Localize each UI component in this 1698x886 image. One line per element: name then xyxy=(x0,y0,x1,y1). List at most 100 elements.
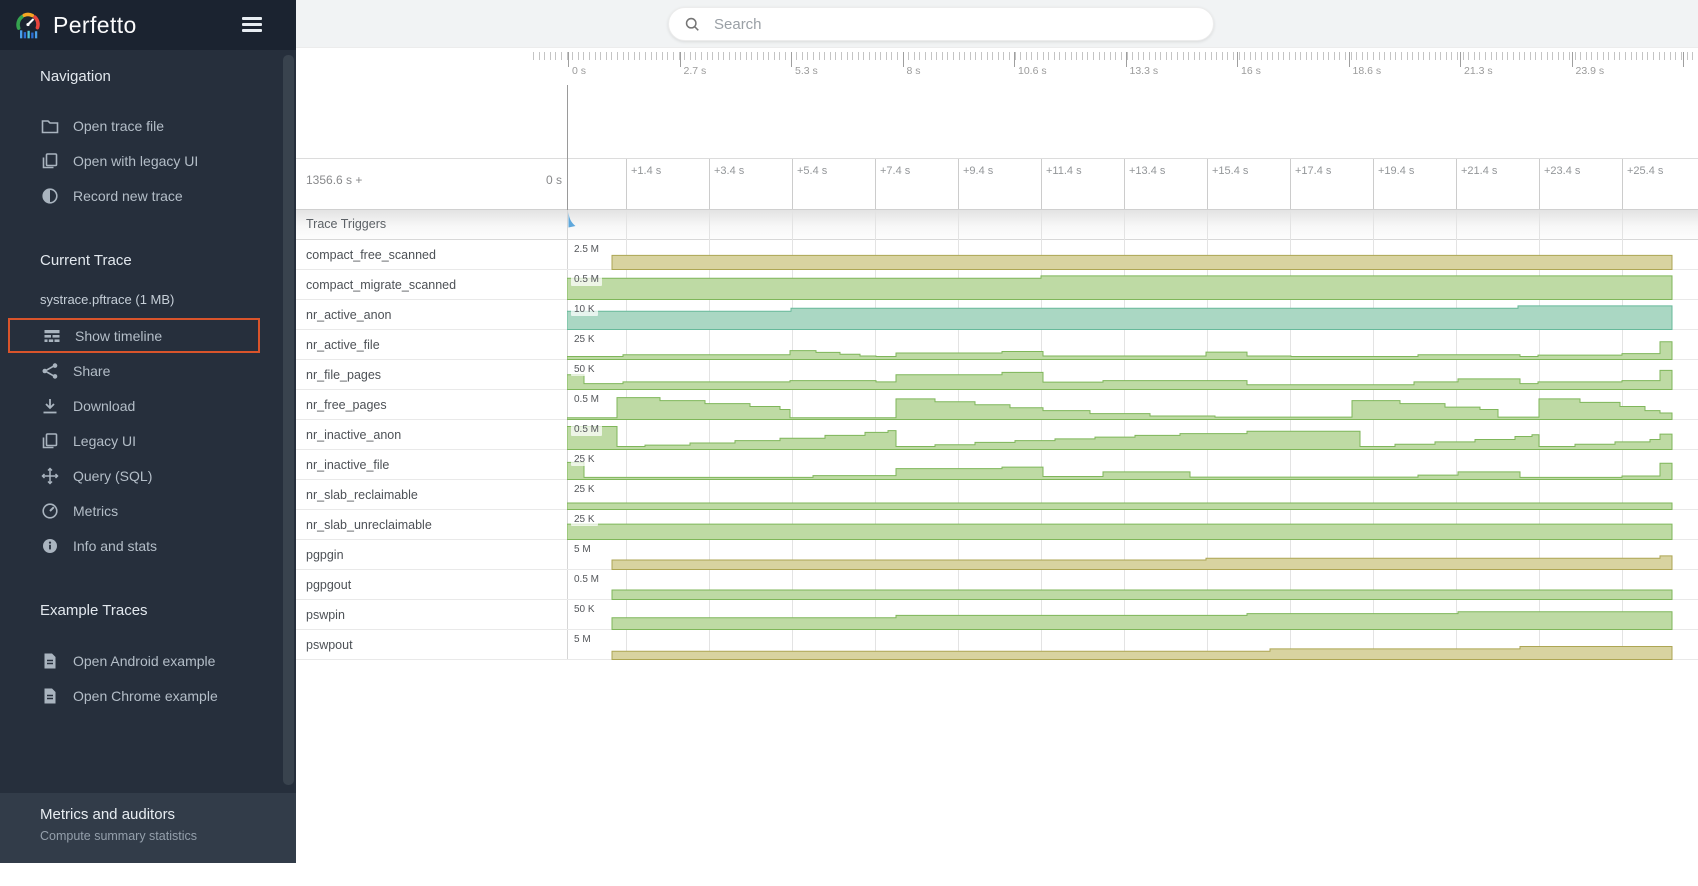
overview-minor-tick xyxy=(1491,52,1492,60)
overview-minor-tick xyxy=(1104,52,1105,60)
sidebar-item-legacy-ui[interactable]: Legacy UI xyxy=(8,423,260,458)
overview-minor-tick xyxy=(1625,52,1626,60)
track-chart-nr-inactive-file[interactable] xyxy=(567,450,1698,480)
sidebar-item-label: Download xyxy=(73,398,135,414)
sidebar-item-open-with-legacy-ui[interactable]: Open with legacy UI xyxy=(8,143,260,178)
sidebar-item-share[interactable]: Share xyxy=(8,353,260,388)
viewport-gridline xyxy=(1622,159,1623,209)
overview-minor-tick xyxy=(1485,52,1486,60)
overview-minor-tick xyxy=(1155,52,1156,60)
overview-minor-tick xyxy=(1552,52,1553,60)
track-label-nr-free-pages[interactable]: nr_free_pages xyxy=(306,398,387,412)
overview-minor-tick xyxy=(1687,52,1688,60)
track-chart-pgpgin[interactable] xyxy=(567,540,1698,570)
counter-scale-value: 0.5 M xyxy=(571,573,602,586)
track-label-pswpin[interactable]: pswpin xyxy=(306,608,345,622)
overview-minor-tick xyxy=(998,52,999,60)
track-label-nr-slab-reclaimable[interactable]: nr_slab_reclaimable xyxy=(306,488,418,502)
track-label-compact-free-scanned[interactable]: compact_free_scanned xyxy=(306,248,436,262)
sidebar-header: Perfetto xyxy=(0,0,296,50)
overview-minor-tick xyxy=(1479,52,1480,60)
viewport-ruler[interactable]: 1356.6 s + 0 s +1.4 s+3.4 s+5.4 s+7.4 s+… xyxy=(296,158,1698,210)
overview-minor-tick xyxy=(1183,52,1184,60)
overview-minor-tick xyxy=(992,52,993,60)
sidebar-item-show-timeline[interactable]: Show timeline xyxy=(8,318,260,353)
menu-icon[interactable] xyxy=(242,17,262,32)
sidebar-footer[interactable]: Metrics and auditors Compute summary sta… xyxy=(0,793,296,863)
overview-minor-tick xyxy=(1463,52,1464,60)
track-chart-pgpgout[interactable] xyxy=(567,570,1698,600)
overview-minor-tick xyxy=(1435,52,1436,60)
search-input[interactable] xyxy=(712,15,1196,34)
doc-icon xyxy=(40,651,60,671)
track-chart-nr-file-pages[interactable] xyxy=(567,360,1698,390)
overview-minor-tick xyxy=(1317,52,1318,60)
overview-minor-tick xyxy=(1619,52,1620,60)
sidebar-item-open-trace-file[interactable]: Open trace file xyxy=(8,108,260,143)
track-label-pgpgout[interactable]: pgpgout xyxy=(306,578,351,592)
overview-minor-tick xyxy=(1323,52,1324,60)
overview-minor-tick xyxy=(1177,52,1178,60)
doc-icon xyxy=(40,686,60,706)
overview-minor-tick xyxy=(1569,52,1570,60)
sidebar-item-open-chrome-example[interactable]: Open Chrome example xyxy=(8,678,260,713)
overview-minor-tick xyxy=(1412,52,1413,60)
counter-scale-value: 0.5 M xyxy=(571,423,602,436)
track-label-nr-inactive-file[interactable]: nr_inactive_file xyxy=(306,458,389,472)
overview-minor-tick xyxy=(1143,52,1144,60)
overview-minor-tick xyxy=(740,52,741,60)
overview-minor-tick xyxy=(1328,52,1329,60)
sidebar-scrollbar[interactable] xyxy=(283,55,294,785)
overview-minor-tick xyxy=(735,52,736,60)
overview-minor-tick xyxy=(1636,52,1637,60)
track-chart-compact-free-scanned[interactable] xyxy=(567,240,1698,270)
overview-minor-tick xyxy=(701,52,702,60)
overview-minor-tick xyxy=(645,52,646,60)
track-chart-nr-inactive-anon[interactable] xyxy=(567,420,1698,450)
track-chart-nr-active-anon[interactable] xyxy=(567,300,1698,330)
track-chart-nr-free-pages[interactable] xyxy=(567,390,1698,420)
viewport-tick-label: +19.4 s xyxy=(1378,165,1414,177)
overview-minor-tick xyxy=(1132,52,1133,60)
track-label-nr-inactive-anon[interactable]: nr_inactive_anon xyxy=(306,428,401,442)
overview-minor-tick xyxy=(1339,52,1340,60)
sidebar-item-query-sql[interactable]: Query (SQL) xyxy=(8,458,260,493)
sidebar-item-info-and-stats[interactable]: Info and stats xyxy=(8,528,260,563)
overview-minor-tick xyxy=(1043,52,1044,60)
track-chart-pswpout[interactable] xyxy=(567,630,1698,660)
overview-minor-tick xyxy=(684,52,685,60)
track-chart-nr-slab-reclaimable[interactable] xyxy=(567,480,1698,510)
sidebar-item-download[interactable]: Download xyxy=(8,388,260,423)
overview-minor-tick xyxy=(1631,52,1632,60)
overview-ruler[interactable]: 0 s2.7 s5.3 s8 s10.6 s13.3 s16 s18.6 s21… xyxy=(296,48,1698,80)
sidebar-item-metrics[interactable]: Metrics xyxy=(8,493,260,528)
overview-minor-tick xyxy=(1670,52,1671,60)
track-label-pgpgin[interactable]: pgpgin xyxy=(306,548,344,562)
viewport-gridline xyxy=(875,159,876,209)
track-label-nr-slab-unreclaimable[interactable]: nr_slab_unreclaimable xyxy=(306,518,432,532)
overview-minor-tick xyxy=(1110,52,1111,60)
overview-minor-tick xyxy=(1300,52,1301,60)
track-label-nr-active-anon[interactable]: nr_active_anon xyxy=(306,308,391,322)
overview-minor-tick xyxy=(981,52,982,60)
track-label-nr-file-pages[interactable]: nr_file_pages xyxy=(306,368,381,382)
overview-minor-tick xyxy=(1099,52,1100,60)
overview-minor-tick xyxy=(863,52,864,60)
overview-minor-tick xyxy=(1267,52,1268,60)
overview-minor-tick xyxy=(1031,52,1032,60)
sidebar-item-record-new-trace[interactable]: Record new trace xyxy=(8,178,260,213)
overview-minor-tick xyxy=(858,52,859,60)
track-chart-pswpin[interactable] xyxy=(567,600,1698,630)
track-label-pswpout[interactable]: pswpout xyxy=(306,638,353,652)
trigger-flag-icon[interactable] xyxy=(568,212,578,229)
track-chart-nr-slab-unreclaimable[interactable] xyxy=(567,510,1698,540)
overview-minor-tick xyxy=(1401,52,1402,60)
track-label-compact-migrate-scanned[interactable]: compact_migrate_scanned xyxy=(306,278,456,292)
track-chart-compact-migrate-scanned[interactable] xyxy=(567,270,1698,300)
overview-minor-tick xyxy=(897,52,898,60)
track-label-nr-active-file[interactable]: nr_active_file xyxy=(306,338,380,352)
overview-minor-tick xyxy=(583,52,584,60)
trigger-track-row[interactable]: Trace Triggers xyxy=(296,210,1698,240)
track-chart-nr-active-file[interactable] xyxy=(567,330,1698,360)
sidebar-item-open-android-example[interactable]: Open Android example xyxy=(8,643,260,678)
